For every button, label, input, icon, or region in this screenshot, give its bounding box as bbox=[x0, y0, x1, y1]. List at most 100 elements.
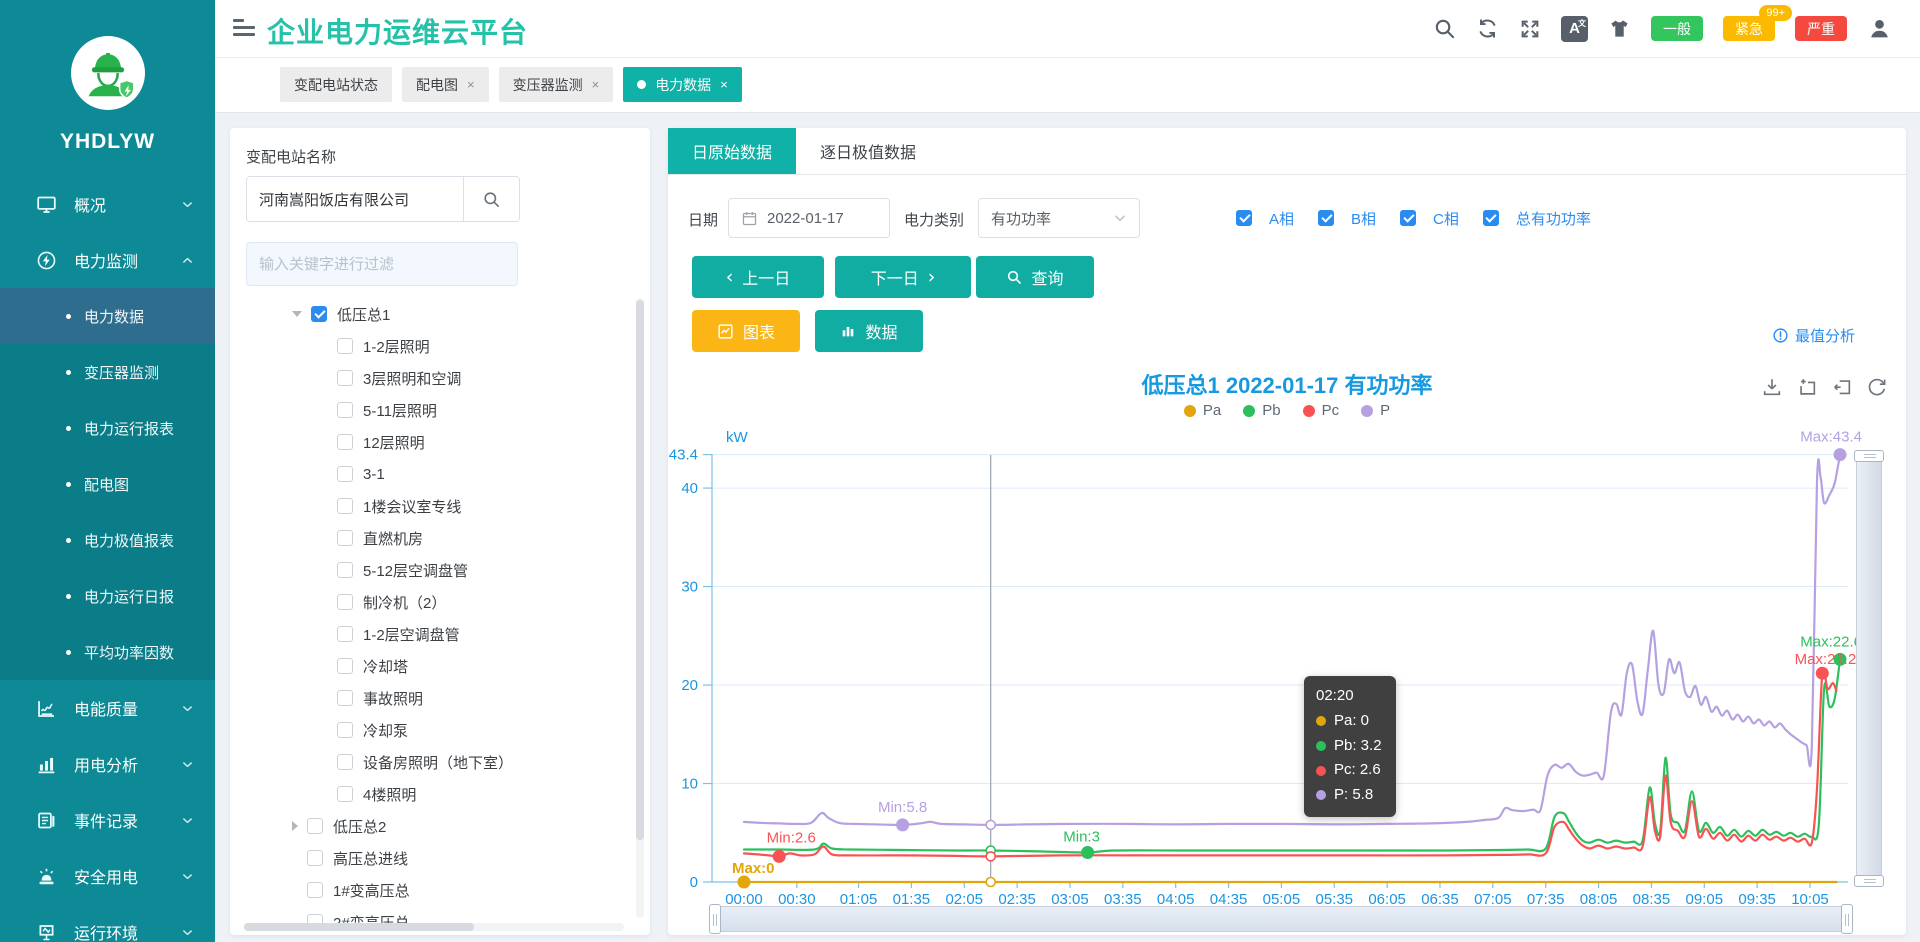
tree-checkbox[interactable] bbox=[337, 402, 353, 418]
tree-vertical-scrollbar[interactable] bbox=[636, 298, 644, 918]
refresh-icon[interactable] bbox=[1476, 17, 1499, 40]
sidebar-subitem-电力运行报表[interactable]: 电力运行报表 bbox=[0, 400, 215, 456]
data-tab-逐日极值数据[interactable]: 逐日极值数据 bbox=[796, 128, 940, 174]
prev-day-button[interactable]: ‹上一日 bbox=[692, 256, 824, 298]
page-tab-配电图[interactable]: 配电图× bbox=[402, 67, 489, 102]
date-picker[interactable]: 2022-01-17 bbox=[728, 198, 890, 238]
sidebar-subitem-电力运行日报[interactable]: 电力运行日报 bbox=[0, 568, 215, 624]
sidebar-subitem-配电图[interactable]: 配电图 bbox=[0, 456, 215, 512]
tree-checkbox[interactable] bbox=[337, 530, 353, 546]
theme-icon[interactable] bbox=[1608, 17, 1631, 40]
tree-node-4楼照明[interactable]: 4楼照明 bbox=[230, 778, 630, 810]
datazoom-slider-vertical[interactable] bbox=[1856, 455, 1882, 882]
sidebar-item-事件记录[interactable]: 事件记录 bbox=[0, 792, 215, 848]
tree-node-5-11层照明[interactable]: 5-11层照明 bbox=[230, 394, 630, 426]
tree-node-制冷机（2）[interactable]: 制冷机（2） bbox=[230, 586, 630, 618]
zoom-reset-icon[interactable] bbox=[1831, 376, 1853, 398]
tree-checkbox[interactable] bbox=[337, 594, 353, 610]
page-tab-电力数据[interactable]: 电力数据× bbox=[623, 67, 742, 102]
tree-filter-input[interactable] bbox=[246, 242, 518, 286]
sidebar-item-运行环境[interactable]: 运行环境 bbox=[0, 904, 215, 942]
tree-node-低压总1[interactable]: 低压总1 bbox=[230, 298, 630, 330]
phase-checkbox-B相[interactable]: B相 bbox=[1318, 208, 1376, 229]
sidebar-subitem-变压器监测[interactable]: 变压器监测 bbox=[0, 344, 215, 400]
collapse-sidebar-icon[interactable] bbox=[233, 18, 255, 38]
sidebar-subitem-电力极值报表[interactable]: 电力极值报表 bbox=[0, 512, 215, 568]
tree-node-设备房照明（地下室）[interactable]: 设备房照明（地下室） bbox=[230, 746, 630, 778]
sidebar-item-概况[interactable]: 概况 bbox=[0, 176, 215, 232]
user-icon[interactable] bbox=[1867, 16, 1892, 41]
search-icon[interactable] bbox=[1433, 17, 1456, 40]
tree-checkbox[interactable] bbox=[337, 754, 353, 770]
legend-item-Pa[interactable]: Pa bbox=[1184, 402, 1221, 419]
station-search-button[interactable] bbox=[463, 177, 519, 221]
tree-node-1楼会议室专线[interactable]: 1楼会议室专线 bbox=[230, 490, 630, 522]
fullscreen-icon[interactable] bbox=[1519, 18, 1541, 40]
tree-node-3-1[interactable]: 3-1 bbox=[230, 458, 630, 490]
tree-node-低压总2[interactable]: 低压总2 bbox=[230, 810, 630, 842]
sidebar-item-电力监测[interactable]: 电力监测 bbox=[0, 232, 215, 288]
tree-caret-icon[interactable] bbox=[292, 311, 302, 317]
tree-checkbox[interactable] bbox=[337, 338, 353, 354]
phase-checkbox-总有功功率[interactable]: 总有功功率 bbox=[1483, 208, 1591, 229]
tree-checkbox[interactable] bbox=[337, 370, 353, 386]
close-tab-icon[interactable]: × bbox=[592, 77, 600, 92]
tree-checkbox[interactable] bbox=[307, 882, 323, 898]
legend-item-Pc[interactable]: Pc bbox=[1303, 402, 1340, 419]
tree-checkbox[interactable] bbox=[311, 306, 327, 322]
tree-checkbox[interactable] bbox=[337, 722, 353, 738]
tree-node-高压总进线[interactable]: 高压总进线 bbox=[230, 842, 630, 874]
sidebar-subitem-平均功率因数[interactable]: 平均功率因数 bbox=[0, 624, 215, 680]
tree-caret-icon[interactable] bbox=[292, 821, 298, 831]
datazoom-handle-bottom[interactable] bbox=[1854, 875, 1884, 887]
tree-node-冷却泵[interactable]: 冷却泵 bbox=[230, 714, 630, 746]
sidebar-subitem-电力数据[interactable]: 电力数据 bbox=[0, 288, 215, 344]
tree-node-12层照明[interactable]: 12层照明 bbox=[230, 426, 630, 458]
sidebar-item-用电分析[interactable]: 用电分析 bbox=[0, 736, 215, 792]
legend-item-Pb[interactable]: Pb bbox=[1243, 402, 1280, 419]
chart-view-button[interactable]: 图表 bbox=[692, 310, 800, 352]
datazoom-handle-left[interactable] bbox=[709, 904, 721, 934]
close-tab-icon[interactable]: × bbox=[720, 77, 728, 92]
power-category-select[interactable]: 有功功率 bbox=[978, 198, 1140, 238]
datazoom-handle-right[interactable] bbox=[1841, 904, 1853, 934]
tree-node-3层照明和空调[interactable]: 3层照明和空调 bbox=[230, 362, 630, 394]
sidebar-item-安全用电[interactable]: 安全用电 bbox=[0, 848, 215, 904]
phase-checkbox-A相[interactable]: A相 bbox=[1236, 208, 1294, 229]
tree-node-事故照明[interactable]: 事故照明 bbox=[230, 682, 630, 714]
alarm-badge-critical[interactable]: 严重 bbox=[1795, 16, 1847, 41]
tree-node-1-2层照明[interactable]: 1-2层照明 bbox=[230, 330, 630, 362]
phase-checkbox-C相[interactable]: C相 bbox=[1400, 208, 1459, 229]
page-tab-变压器监测[interactable]: 变压器监测× bbox=[499, 67, 614, 102]
tree-checkbox[interactable] bbox=[337, 562, 353, 578]
tree-node-1#变高压总[interactable]: 1#变高压总 bbox=[230, 874, 630, 906]
zoom-select-icon[interactable] bbox=[1796, 376, 1818, 398]
tree-checkbox[interactable] bbox=[307, 850, 323, 866]
datazoom-handle-top[interactable] bbox=[1854, 450, 1884, 462]
extremum-analysis-link[interactable]: 最值分析 bbox=[1772, 325, 1855, 346]
close-tab-icon[interactable]: × bbox=[467, 77, 475, 92]
tree-node-5-12层空调盘管[interactable]: 5-12层空调盘管 bbox=[230, 554, 630, 586]
tree-checkbox[interactable] bbox=[337, 498, 353, 514]
tree-checkbox[interactable] bbox=[337, 690, 353, 706]
query-button[interactable]: 查询 bbox=[976, 256, 1094, 298]
tree-checkbox[interactable] bbox=[337, 786, 353, 802]
restore-icon[interactable] bbox=[1866, 376, 1888, 398]
legend-item-P[interactable]: P bbox=[1361, 402, 1390, 419]
tree-checkbox[interactable] bbox=[337, 626, 353, 642]
save-image-icon[interactable] bbox=[1761, 376, 1783, 398]
tree-checkbox[interactable] bbox=[307, 818, 323, 834]
tree-checkbox[interactable] bbox=[337, 434, 353, 450]
alarm-badge-normal[interactable]: 一般 bbox=[1651, 16, 1703, 41]
data-tab-日原始数据[interactable]: 日原始数据 bbox=[668, 128, 796, 174]
page-tab-变配电站状态[interactable]: 变配电站状态 bbox=[280, 67, 392, 102]
tree-node-1-2层空调盘管[interactable]: 1-2层空调盘管 bbox=[230, 618, 630, 650]
next-day-button[interactable]: 下一日› bbox=[835, 256, 971, 298]
tree-node-冷却塔[interactable]: 冷却塔 bbox=[230, 650, 630, 682]
station-search-input[interactable] bbox=[247, 177, 463, 221]
datazoom-slider-horizontal[interactable] bbox=[714, 906, 1848, 932]
data-view-button[interactable]: 数据 bbox=[815, 310, 923, 352]
sidebar-item-电能质量[interactable]: 电能质量 bbox=[0, 680, 215, 736]
tree-horizontal-scrollbar[interactable] bbox=[244, 923, 624, 931]
translate-icon[interactable]: A文 bbox=[1561, 16, 1588, 42]
